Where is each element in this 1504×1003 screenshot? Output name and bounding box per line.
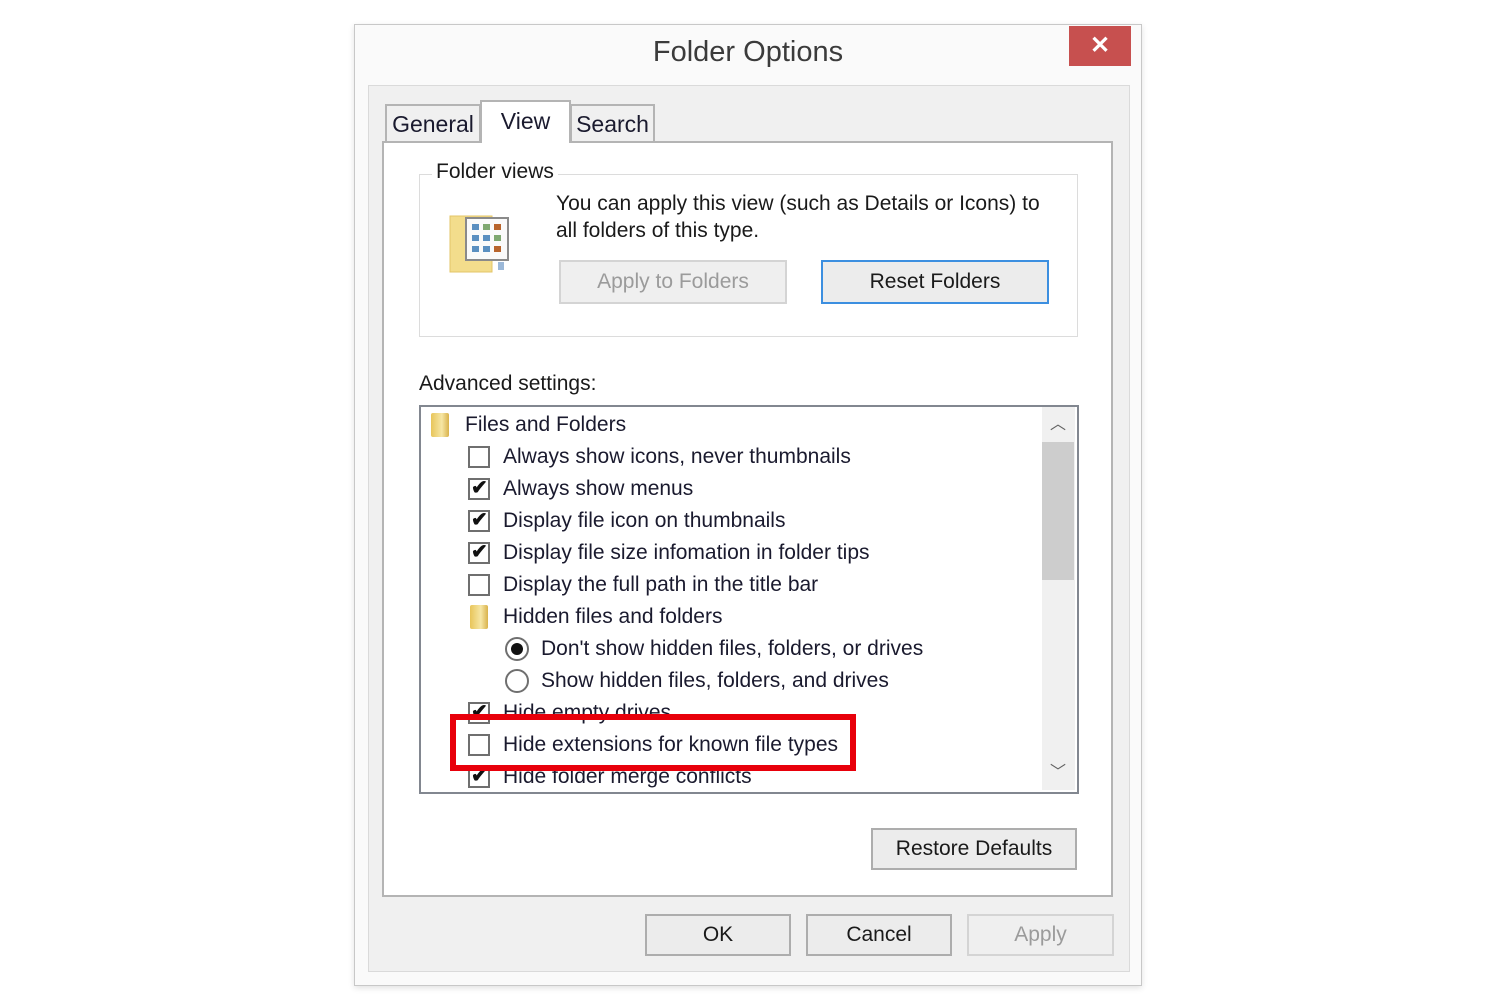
apply-button[interactable]: Apply [967, 914, 1114, 956]
tab-search[interactable]: Search [570, 104, 655, 141]
restore-defaults-button[interactable]: Restore Defaults [871, 828, 1077, 870]
close-icon: ✕ [1089, 32, 1111, 59]
scroll-down-button[interactable]: ﹀ [1042, 758, 1074, 788]
folder-view-icon [446, 210, 512, 276]
highlight-box [450, 714, 856, 771]
apply-to-folders-button[interactable]: Apply to Folders [559, 260, 787, 304]
radio-button[interactable] [505, 637, 529, 661]
checkbox[interactable]: ✔ [468, 509, 490, 532]
folder-icon [431, 413, 449, 437]
cancel-button[interactable]: Cancel [806, 914, 952, 956]
scroll-up-button[interactable]: ︿ [1042, 410, 1074, 440]
checkbox[interactable]: ✔ [468, 477, 490, 500]
reset-folders-button[interactable]: Reset Folders [821, 260, 1049, 304]
folder-views-label: Folder views [432, 160, 558, 184]
advanced-settings-label: Advanced settings: [419, 372, 597, 395]
radio-selected-dot [511, 643, 523, 655]
folder-icon [470, 605, 488, 629]
checkbox[interactable] [468, 574, 490, 596]
tab-view[interactable]: View [480, 100, 571, 143]
chevron-up-icon: ︿ [1049, 416, 1066, 433]
checkbox[interactable]: ✔ [468, 541, 490, 564]
checkmark-icon: ✔ [471, 509, 488, 531]
folder-views-description: You can apply this view (such as Details… [556, 192, 1040, 242]
tab-general[interactable]: General [385, 104, 481, 141]
window-title: Folder Options [652, 36, 844, 68]
checkmark-icon: ✔ [471, 541, 488, 563]
chevron-down-icon: ﹀ [1049, 764, 1066, 781]
ok-button[interactable]: OK [645, 914, 791, 956]
checkbox[interactable] [468, 446, 490, 468]
scrollbar-thumb[interactable] [1042, 442, 1074, 580]
close-button[interactable]: ✕ [1069, 26, 1131, 66]
radio-button[interactable] [505, 669, 529, 693]
checkmark-icon: ✔ [471, 477, 488, 499]
